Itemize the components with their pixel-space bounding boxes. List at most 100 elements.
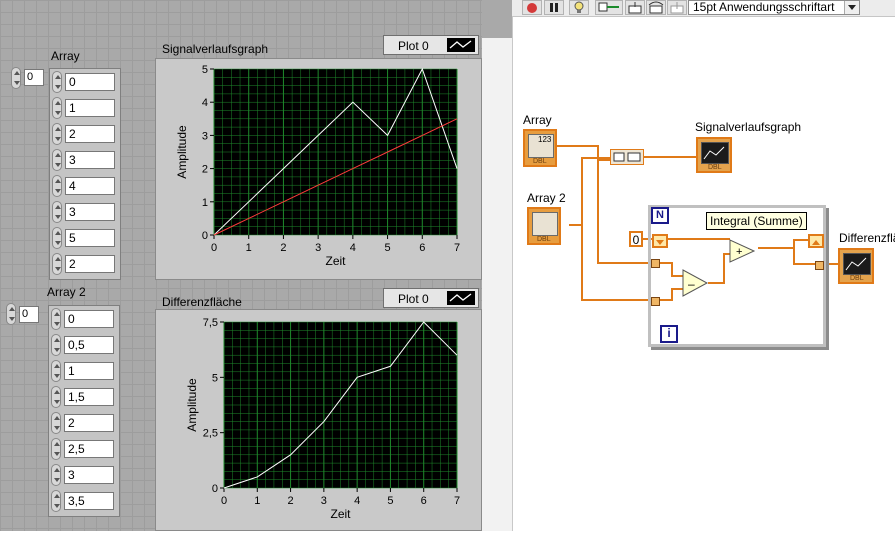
element-value[interactable]: 0 xyxy=(64,310,114,328)
element-value[interactable]: 1,5 xyxy=(64,388,114,406)
differenzflaeche-terminal[interactable]: DBL xyxy=(838,248,874,284)
array-element: 0 xyxy=(52,71,118,93)
differenzflaeche-chart[interactable]: 0 1 2 3 4 5 6 7 0 2,5 5 7,5 Zeit Amplitude xyxy=(156,310,481,530)
x-tick-label: 2 xyxy=(288,495,294,507)
array-element: 3 xyxy=(51,464,117,486)
array-element: 2 xyxy=(51,412,117,434)
array2-index-spinner[interactable] xyxy=(6,303,16,325)
element-value[interactable]: 0 xyxy=(65,73,115,91)
y-axis-label: Amplitude xyxy=(185,378,199,432)
array-control: 0 1 2 3 4 3 5 2 xyxy=(49,68,121,280)
window-separator xyxy=(482,0,513,531)
y-tick-label: 2,5 xyxy=(203,428,218,440)
element-value[interactable]: 3 xyxy=(65,203,115,221)
input-tunnel-1[interactable] xyxy=(651,259,660,268)
array-element: 1,5 xyxy=(51,386,117,408)
shift-register-up-icon xyxy=(812,240,820,245)
bd-array2-label: Array 2 xyxy=(527,191,566,205)
element-value[interactable]: 4 xyxy=(65,177,115,195)
array-element: 0 xyxy=(51,308,117,330)
element-value[interactable]: 2 xyxy=(64,414,114,432)
y-tick-label: 0 xyxy=(212,483,218,495)
x-tick-label: 5 xyxy=(385,242,391,254)
x-tick-label: 0 xyxy=(211,242,217,254)
graph2-frame: 0 1 2 3 4 5 6 7 0 2,5 5 7,5 Zeit Amplitude xyxy=(155,309,482,531)
y-tick-label: 5 xyxy=(202,64,208,76)
element-spinner[interactable] xyxy=(51,438,61,460)
shift-register-down-icon xyxy=(656,240,664,245)
element-spinner[interactable] xyxy=(52,201,62,223)
graph1-frame: 0 1 2 3 4 5 6 7 0 1 2 3 4 5 Zeit Amplitude xyxy=(155,58,482,280)
x-tick-label: 5 xyxy=(387,495,393,507)
element-spinner[interactable] xyxy=(52,227,62,249)
signalverlaufsgraph-terminal[interactable]: DBL xyxy=(696,137,732,173)
y-tick-label: 4 xyxy=(202,97,208,109)
element-value[interactable]: 2 xyxy=(65,255,115,273)
element-value[interactable]: 1 xyxy=(64,362,114,380)
y-tick-label: 1 xyxy=(202,197,208,209)
array2-control: 0 0,5 1 1,5 2 2,5 3 3,5 xyxy=(48,305,120,517)
element-value[interactable]: 0,5 xyxy=(64,336,114,354)
array-element: 3 xyxy=(52,149,118,171)
array-element: 0,5 xyxy=(51,334,117,356)
signalverlaufsgraph-chart[interactable]: 0 1 2 3 4 5 6 7 0 1 2 3 4 5 Zeit Amplitude xyxy=(156,59,481,279)
loop-iteration-terminal: i xyxy=(660,325,678,343)
numeric-constant[interactable]: 0 xyxy=(629,231,643,247)
shift-register-left[interactable] xyxy=(652,234,668,248)
array-element: 5 xyxy=(52,227,118,249)
array2-terminal[interactable]: DBL xyxy=(527,207,561,245)
array-element: 2 xyxy=(52,123,118,145)
output-tunnel[interactable] xyxy=(815,261,824,270)
x-tick-label: 2 xyxy=(280,242,286,254)
element-spinner[interactable] xyxy=(52,123,62,145)
y-tick-label: 0 xyxy=(202,230,208,242)
element-value[interactable]: 3 xyxy=(64,466,114,484)
array-terminal[interactable]: 123 DBL xyxy=(523,129,557,167)
arithmetic-nodes: + – xyxy=(682,239,756,297)
loop-count-terminal[interactable]: N xyxy=(651,207,669,224)
y-tick-label: 3 xyxy=(202,130,208,142)
graph1-legend-label: Plot 0 xyxy=(398,39,429,53)
shift-register-right[interactable] xyxy=(808,234,824,248)
bundle-icon xyxy=(613,152,641,162)
plot-line-icon xyxy=(447,38,475,52)
array-index-input[interactable]: 0 xyxy=(24,69,44,86)
y-axis-label: Amplitude xyxy=(175,125,189,179)
array-element: 4 xyxy=(52,175,118,197)
element-spinner[interactable] xyxy=(52,175,62,197)
element-spinner[interactable] xyxy=(52,97,62,119)
element-spinner[interactable] xyxy=(52,71,62,93)
array-index-spinner[interactable] xyxy=(11,67,21,89)
plot-line-icon xyxy=(447,291,475,305)
graph2-plot-legend[interactable]: Plot 0 xyxy=(383,288,479,308)
element-spinner[interactable] xyxy=(51,360,61,382)
x-tick-label: 4 xyxy=(350,242,356,254)
element-value[interactable]: 1 xyxy=(65,99,115,117)
element-value[interactable]: 2,5 xyxy=(64,440,114,458)
element-spinner[interactable] xyxy=(52,253,62,275)
graph1-plot-legend[interactable]: Plot 0 xyxy=(383,35,479,55)
element-spinner[interactable] xyxy=(51,412,61,434)
element-spinner[interactable] xyxy=(51,464,61,486)
array2-index-input[interactable]: 0 xyxy=(19,306,39,323)
plus-icon: + xyxy=(736,246,742,258)
subtract-node xyxy=(682,269,709,297)
bd-graph1-label: Signalverlaufsgraph xyxy=(695,120,802,134)
element-value[interactable]: 2 xyxy=(65,125,115,143)
x-tick-label: 7 xyxy=(454,495,460,507)
y-tick-label: 5 xyxy=(212,372,218,384)
x-axis-label: Zeit xyxy=(330,507,351,521)
build-waveform-node[interactable] xyxy=(610,149,644,165)
element-spinner[interactable] xyxy=(51,334,61,356)
element-spinner[interactable] xyxy=(51,490,61,512)
element-value[interactable]: 5 xyxy=(65,229,115,247)
element-value[interactable]: 3,5 xyxy=(64,492,114,510)
input-tunnel-2[interactable] xyxy=(651,297,660,306)
array-element: 1 xyxy=(51,360,117,382)
x-tick-label: 0 xyxy=(221,495,227,507)
bd-array-label: Array xyxy=(523,113,552,127)
element-spinner[interactable] xyxy=(51,386,61,408)
element-spinner[interactable] xyxy=(52,149,62,171)
element-value[interactable]: 3 xyxy=(65,151,115,169)
element-spinner[interactable] xyxy=(51,308,61,330)
